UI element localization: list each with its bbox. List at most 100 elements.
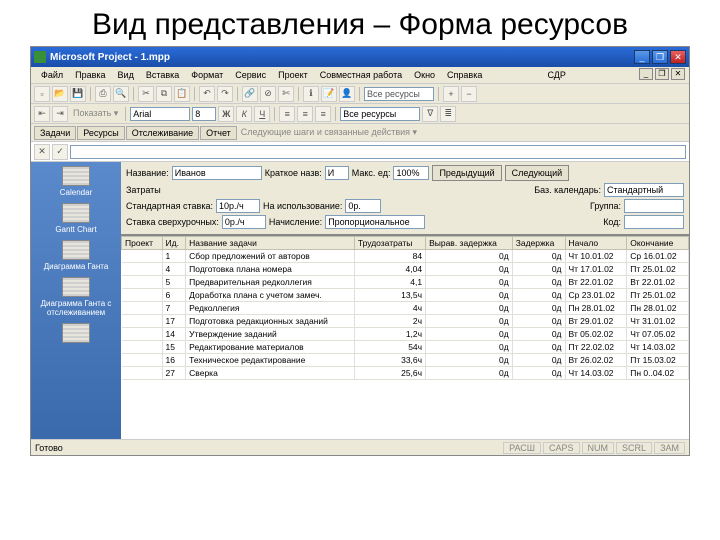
calendar-input[interactable] (604, 183, 684, 197)
table-cell[interactable]: 0д (512, 250, 565, 263)
table-cell[interactable]: 0д (512, 289, 565, 302)
table-cell[interactable]: 7 (162, 302, 186, 315)
zoom-in-icon[interactable]: + (443, 86, 459, 102)
table-row[interactable]: 17Подготовка редакционных заданий2ч0д0дВ… (122, 315, 689, 328)
table-cell[interactable]: 1,2ч (354, 328, 425, 341)
sidebar-item-gantt[interactable]: Gantt Chart (55, 203, 96, 234)
align-right-icon[interactable]: ≡ (315, 106, 331, 122)
table-cell[interactable]: Чт 14.03.02 (627, 341, 689, 354)
doc-restore-button[interactable]: ❐ (655, 68, 669, 80)
table-cell[interactable]: Утверждение заданий (186, 328, 355, 341)
column-header[interactable]: Название задачи (186, 237, 355, 250)
menu-collab[interactable]: Совместная работа (314, 68, 408, 82)
table-cell[interactable]: Чт 17.01.02 (565, 263, 627, 276)
table-cell[interactable] (122, 289, 163, 302)
font-input[interactable] (130, 107, 190, 121)
table-cell[interactable]: 0д (512, 328, 565, 341)
outdent-icon[interactable]: ⇤ (34, 106, 50, 122)
per-use-input[interactable] (345, 199, 381, 213)
align-center-icon[interactable]: ≡ (297, 106, 313, 122)
assign-icon[interactable]: 👤 (339, 86, 355, 102)
table-row[interactable]: 15Редактирование материалов54ч0д0дПт 22.… (122, 341, 689, 354)
undo-icon[interactable]: ↶ (199, 86, 215, 102)
minimize-button[interactable]: _ (634, 50, 650, 64)
bold-icon[interactable]: Ж (218, 106, 234, 122)
column-header[interactable]: Окончание (627, 237, 689, 250)
cut-icon[interactable]: ✂ (138, 86, 154, 102)
menu-edit[interactable]: Правка (69, 68, 111, 82)
table-cell[interactable]: Редколлегия (186, 302, 355, 315)
sidebar-item-tracking-gantt[interactable]: Диаграмма Ганта с отслеживанием (33, 277, 119, 317)
table-cell[interactable]: 0д (426, 250, 513, 263)
table-cell[interactable]: 2ч (354, 315, 425, 328)
italic-icon[interactable]: К (236, 106, 252, 122)
table-cell[interactable]: Ср 23.01.02 (565, 289, 627, 302)
new-icon[interactable]: ▫ (34, 86, 50, 102)
table-cell[interactable]: Подготовка редакционных заданий (186, 315, 355, 328)
table-cell[interactable]: Пн 28.01.02 (565, 302, 627, 315)
save-icon[interactable]: 💾 (70, 86, 86, 102)
table-cell[interactable]: 84 (354, 250, 425, 263)
close-button[interactable]: ✕ (670, 50, 686, 64)
table-cell[interactable]: 4,04 (354, 263, 425, 276)
sidebar-item-gantt-ru[interactable]: Диаграмма Ганта (44, 240, 109, 271)
sidebar-item-more[interactable] (62, 323, 90, 345)
table-cell[interactable]: Пт 25.01.02 (627, 263, 689, 276)
short-input[interactable] (325, 166, 349, 180)
cancel-entry-icon[interactable]: ✕ (34, 144, 50, 160)
redo-icon[interactable]: ↷ (217, 86, 233, 102)
table-cell[interactable]: 0д (512, 263, 565, 276)
tab-resources[interactable]: Ресурсы (77, 126, 125, 140)
table-cell[interactable]: 0д (512, 315, 565, 328)
table-cell[interactable]: Чт 07.05.02 (627, 328, 689, 341)
table-cell[interactable]: 17 (162, 315, 186, 328)
table-cell[interactable] (122, 263, 163, 276)
table-cell[interactable]: 14 (162, 328, 186, 341)
ovt-rate-input[interactable] (222, 215, 266, 229)
filter-input[interactable] (340, 107, 420, 121)
table-cell[interactable]: 0д (426, 289, 513, 302)
menu-file[interactable]: Файл (35, 68, 69, 82)
table-cell[interactable]: 0д (512, 276, 565, 289)
table-cell[interactable]: Сверка (186, 367, 355, 380)
table-cell[interactable] (122, 354, 163, 367)
table-cell[interactable]: 0д (426, 315, 513, 328)
table-cell[interactable]: Вт 29.01.02 (565, 315, 627, 328)
std-rate-input[interactable] (216, 199, 260, 213)
entry-input[interactable] (70, 145, 686, 159)
table-cell[interactable]: Чт 10.01.02 (565, 250, 627, 263)
table-cell[interactable]: 0д (426, 276, 513, 289)
menu-sdr[interactable]: СДР (541, 68, 585, 82)
table-row[interactable]: 16Техническое редактирование33,6ч0д0дВт … (122, 354, 689, 367)
table-cell[interactable]: 0д (512, 302, 565, 315)
filter-icon[interactable]: ∇ (422, 106, 438, 122)
menu-view[interactable]: Вид (112, 68, 140, 82)
doc-close-button[interactable]: ✕ (671, 68, 685, 80)
note-icon[interactable]: 📝 (321, 86, 337, 102)
table-cell[interactable] (122, 341, 163, 354)
code-input[interactable] (624, 215, 684, 229)
column-header[interactable]: Начало (565, 237, 627, 250)
table-cell[interactable]: Чт 31.01.02 (627, 315, 689, 328)
group-input[interactable] (624, 199, 684, 213)
info-icon[interactable]: ℹ (303, 86, 319, 102)
table-cell[interactable]: 0д (512, 367, 565, 380)
font-size-input[interactable] (192, 107, 216, 121)
table-row[interactable]: 27Сверка25,6ч0д0дЧт 14.03.02Пн 0..04.02 (122, 367, 689, 380)
menu-window[interactable]: Окно (408, 68, 441, 82)
table-cell[interactable] (122, 302, 163, 315)
table-cell[interactable]: Вт 22.01.02 (627, 276, 689, 289)
preview-icon[interactable]: 🔍 (113, 86, 129, 102)
table-cell[interactable]: Пн 0..04.02 (627, 367, 689, 380)
table-row[interactable]: 5Предварительная редколлегия4,10д0дВт 22… (122, 276, 689, 289)
menu-tools[interactable]: Сервис (229, 68, 272, 82)
table-cell[interactable]: 16 (162, 354, 186, 367)
table-cell[interactable]: Предварительная редколлегия (186, 276, 355, 289)
show-dropdown[interactable]: Показать ▾ (70, 108, 121, 119)
tab-tracking[interactable]: Отслеживание (126, 126, 199, 140)
paste-icon[interactable]: 📋 (174, 86, 190, 102)
table-cell[interactable]: 0д (426, 367, 513, 380)
split-icon[interactable]: ✄ (278, 86, 294, 102)
align-left-icon[interactable]: ≡ (279, 106, 295, 122)
table-row[interactable]: 1Сбор предложений от авторов840д0дЧт 10.… (122, 250, 689, 263)
